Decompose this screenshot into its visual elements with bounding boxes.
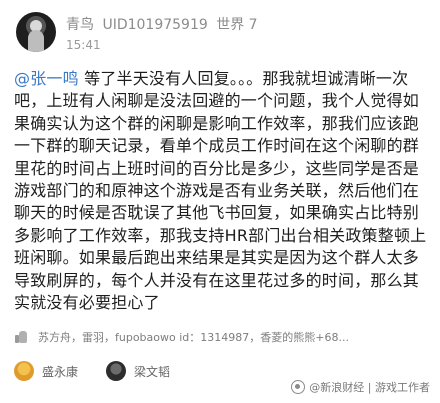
user-avatar[interactable] [16,12,56,52]
avatar-figure [28,30,44,52]
message-header: 青鸟 UID101975919 世界 7 15:41 [0,0,440,62]
message-time: 15:41 [66,38,101,52]
weibo-icon [291,380,306,394]
watermark: @新浪财经 | 游戏工作者 [291,379,430,395]
user-line: 青鸟 UID101975919 世界 7 [66,14,262,34]
likes-row[interactable]: 苏方舟，雷羽，fupobaowo id：1314987，香菱的熊熊+68... [14,326,432,348]
reactor-avatar [106,361,127,381]
likes-text: 苏方舟，雷羽，fupobaowo id：1314987，香菱的熊熊+68... [38,331,349,344]
reactor-item[interactable]: 梁文韬 [106,361,170,381]
thumbs-up-icon [14,330,28,344]
reactor-name: 梁文韬 [134,364,171,379]
reactor-item[interactable]: 盛永康 [14,361,78,381]
reactor-avatar [14,361,34,381]
reactor-name: 盛永康 [42,364,79,379]
username[interactable]: 青鸟 [66,17,94,33]
message-body: @张一鸣 等了半天没有人回复。。。那我就坦诚清晰一次吧，上班有人闲聊是没法回避的… [14,68,432,314]
message-text: 等了半天没有人回复。。。那我就坦诚清晰一次吧，上班有人闲聊是没法回避的一个问题，… [14,69,427,313]
watermark-text: @新浪财经 | 游戏工作者 [309,381,430,394]
user-uid: UID101975919 [102,17,208,33]
mention-link[interactable]: @张一鸣 [14,69,79,88]
user-world: 世界 7 [216,17,258,33]
reactor-list: 盛永康 梁文韬 [14,358,198,384]
